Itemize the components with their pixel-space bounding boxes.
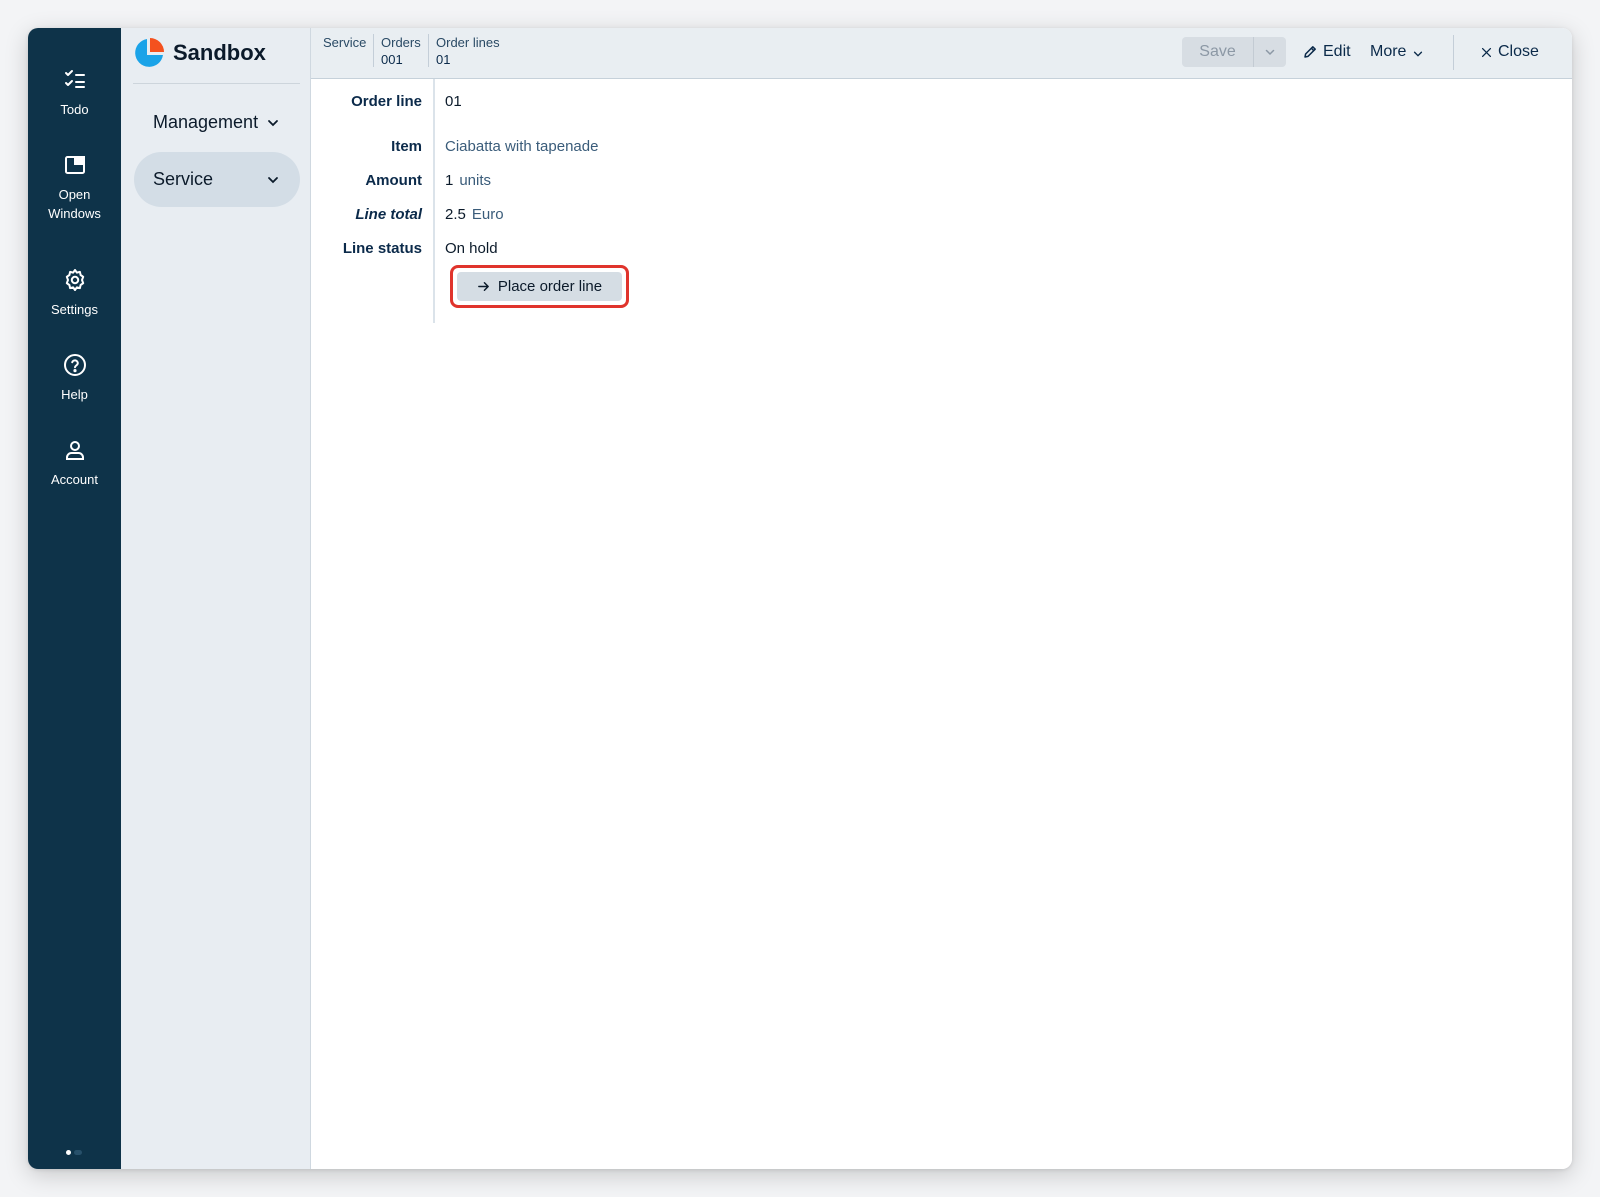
line-total-number: 2.5 bbox=[445, 206, 466, 223]
navigation-panel: Sandbox Management Service bbox=[121, 28, 311, 1169]
amount-label: Amount bbox=[365, 172, 422, 189]
pager-dot-active bbox=[66, 1150, 71, 1155]
place-order-line-button[interactable]: Place order line bbox=[457, 272, 622, 301]
order-line-form: Order line 01 Item Ciabatta with tapenad… bbox=[311, 79, 1572, 1169]
rail-item-settings[interactable]: Settings bbox=[28, 268, 121, 319]
more-label: More bbox=[1370, 43, 1407, 60]
toolbar-separator bbox=[1453, 35, 1454, 70]
breadcrumb-label: Service bbox=[323, 35, 367, 50]
save-dropdown-button[interactable] bbox=[1254, 37, 1286, 67]
form-divider bbox=[433, 79, 435, 323]
breadcrumb-label: Order lines bbox=[436, 35, 500, 50]
breadcrumb-sub: 01 bbox=[436, 52, 451, 67]
line-status-label: Line status bbox=[342, 240, 422, 257]
close-label: Close bbox=[1498, 43, 1539, 60]
breadcrumb-label: Orders bbox=[381, 35, 421, 50]
order-line-label: Order line bbox=[351, 93, 422, 110]
rail-label-help: Help bbox=[61, 387, 88, 402]
breadcrumb-separator bbox=[373, 34, 374, 67]
todo-checklist-icon bbox=[64, 70, 85, 88]
line-total-value: 2.5 Euro bbox=[445, 206, 504, 223]
save-button-group: Save bbox=[1182, 37, 1286, 67]
more-menu-button[interactable]: More bbox=[1370, 37, 1424, 67]
line-total-currency[interactable]: Euro bbox=[472, 206, 504, 223]
save-button[interactable]: Save bbox=[1182, 37, 1254, 67]
rail-pager-dots[interactable] bbox=[66, 1150, 82, 1155]
rail-label-todo: Todo bbox=[60, 102, 89, 117]
nav-item-service[interactable]: Service bbox=[134, 152, 300, 207]
nav-divider bbox=[133, 83, 300, 84]
breadcrumb-orders[interactable]: Orders 001 bbox=[381, 34, 421, 68]
breadcrumb-sub: 001 bbox=[381, 52, 403, 67]
edit-label: Edit bbox=[1323, 43, 1351, 60]
brand-logo-icon bbox=[135, 38, 164, 67]
item-label: Item bbox=[391, 138, 422, 155]
user-icon bbox=[65, 441, 84, 460]
top-toolbar: Service Orders 001 Order lines 01 Save E… bbox=[311, 28, 1572, 79]
amount-value: 1 units bbox=[445, 172, 491, 189]
item-link[interactable]: Ciabatta with tapenade bbox=[445, 138, 598, 155]
item-value[interactable]: Ciabatta with tapenade bbox=[445, 138, 598, 155]
nav-item-label: Service bbox=[153, 169, 214, 189]
brand-name: Sandbox bbox=[173, 40, 266, 65]
chevron-down-icon bbox=[268, 119, 278, 126]
rail-label-open-windows: Open Windows bbox=[48, 187, 101, 221]
amount-unit[interactable]: units bbox=[459, 172, 491, 189]
breadcrumb-service[interactable]: Service bbox=[323, 34, 366, 51]
amount-number: 1 bbox=[445, 172, 454, 189]
rail-item-todo[interactable]: Todo bbox=[28, 68, 121, 119]
pager-dot bbox=[74, 1150, 82, 1155]
left-rail: Todo Open Windows Settings Help Account bbox=[28, 28, 121, 1169]
main-content: Service Orders 001 Order lines 01 Save E… bbox=[311, 28, 1572, 1169]
open-windows-icon bbox=[64, 156, 85, 174]
close-button[interactable]: Close bbox=[1481, 37, 1539, 67]
arrow-right-icon bbox=[477, 282, 489, 291]
nav-item-label: Management bbox=[153, 112, 259, 132]
line-status-value: On hold bbox=[445, 240, 498, 257]
rail-item-help[interactable]: Help bbox=[28, 353, 121, 404]
close-icon bbox=[1481, 47, 1492, 57]
chevron-down-icon bbox=[1265, 49, 1275, 56]
rail-label-account: Account bbox=[51, 472, 98, 487]
chevron-down-icon bbox=[1414, 51, 1423, 57]
breadcrumb-order-lines[interactable]: Order lines 01 bbox=[436, 34, 500, 68]
rail-label-settings: Settings bbox=[51, 302, 98, 317]
line-total-label: Line total bbox=[355, 206, 422, 223]
app-window: Todo Open Windows Settings Help Account … bbox=[28, 28, 1572, 1169]
breadcrumb-separator bbox=[428, 34, 429, 67]
rail-item-account[interactable]: Account bbox=[28, 438, 121, 489]
chevron-down-icon bbox=[268, 176, 278, 183]
pencil-icon bbox=[1304, 46, 1316, 58]
rail-item-open-windows[interactable]: Open Windows bbox=[28, 153, 121, 223]
edit-button[interactable]: Edit bbox=[1303, 37, 1351, 67]
nav-item-management[interactable]: Management bbox=[134, 95, 300, 150]
order-line-value: 01 bbox=[445, 93, 462, 110]
help-circle-icon bbox=[63, 354, 86, 376]
place-order-line-label: Place order line bbox=[497, 278, 603, 295]
brand[interactable]: Sandbox bbox=[133, 35, 266, 71]
gear-icon bbox=[65, 269, 84, 291]
